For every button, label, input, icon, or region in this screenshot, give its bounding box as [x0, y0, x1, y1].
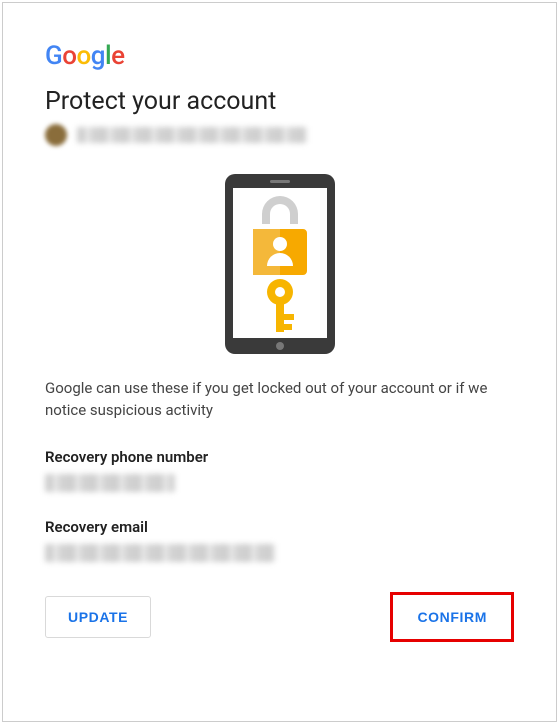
- page-title: Protect your account: [45, 87, 514, 116]
- confirm-highlight: CONFIRM: [390, 592, 514, 642]
- security-checkup-card: Google Protect your account: [2, 2, 557, 722]
- button-row: UPDATE CONFIRM: [45, 592, 514, 642]
- illustration: [45, 174, 514, 354]
- recovery-phone-label: Recovery phone number: [45, 448, 514, 466]
- recovery-phone-value: [45, 474, 175, 492]
- avatar: [45, 124, 67, 146]
- recovery-email-value: [45, 544, 275, 562]
- account-email: [77, 127, 307, 143]
- phone-lock-key-icon: [215, 174, 345, 354]
- confirm-button[interactable]: CONFIRM: [395, 597, 509, 637]
- google-logo: Google: [45, 41, 514, 71]
- account-row: [45, 124, 514, 146]
- description-text: Google can use these if you get locked o…: [45, 378, 514, 422]
- update-button[interactable]: UPDATE: [45, 596, 151, 638]
- recovery-email-label: Recovery email: [45, 518, 514, 536]
